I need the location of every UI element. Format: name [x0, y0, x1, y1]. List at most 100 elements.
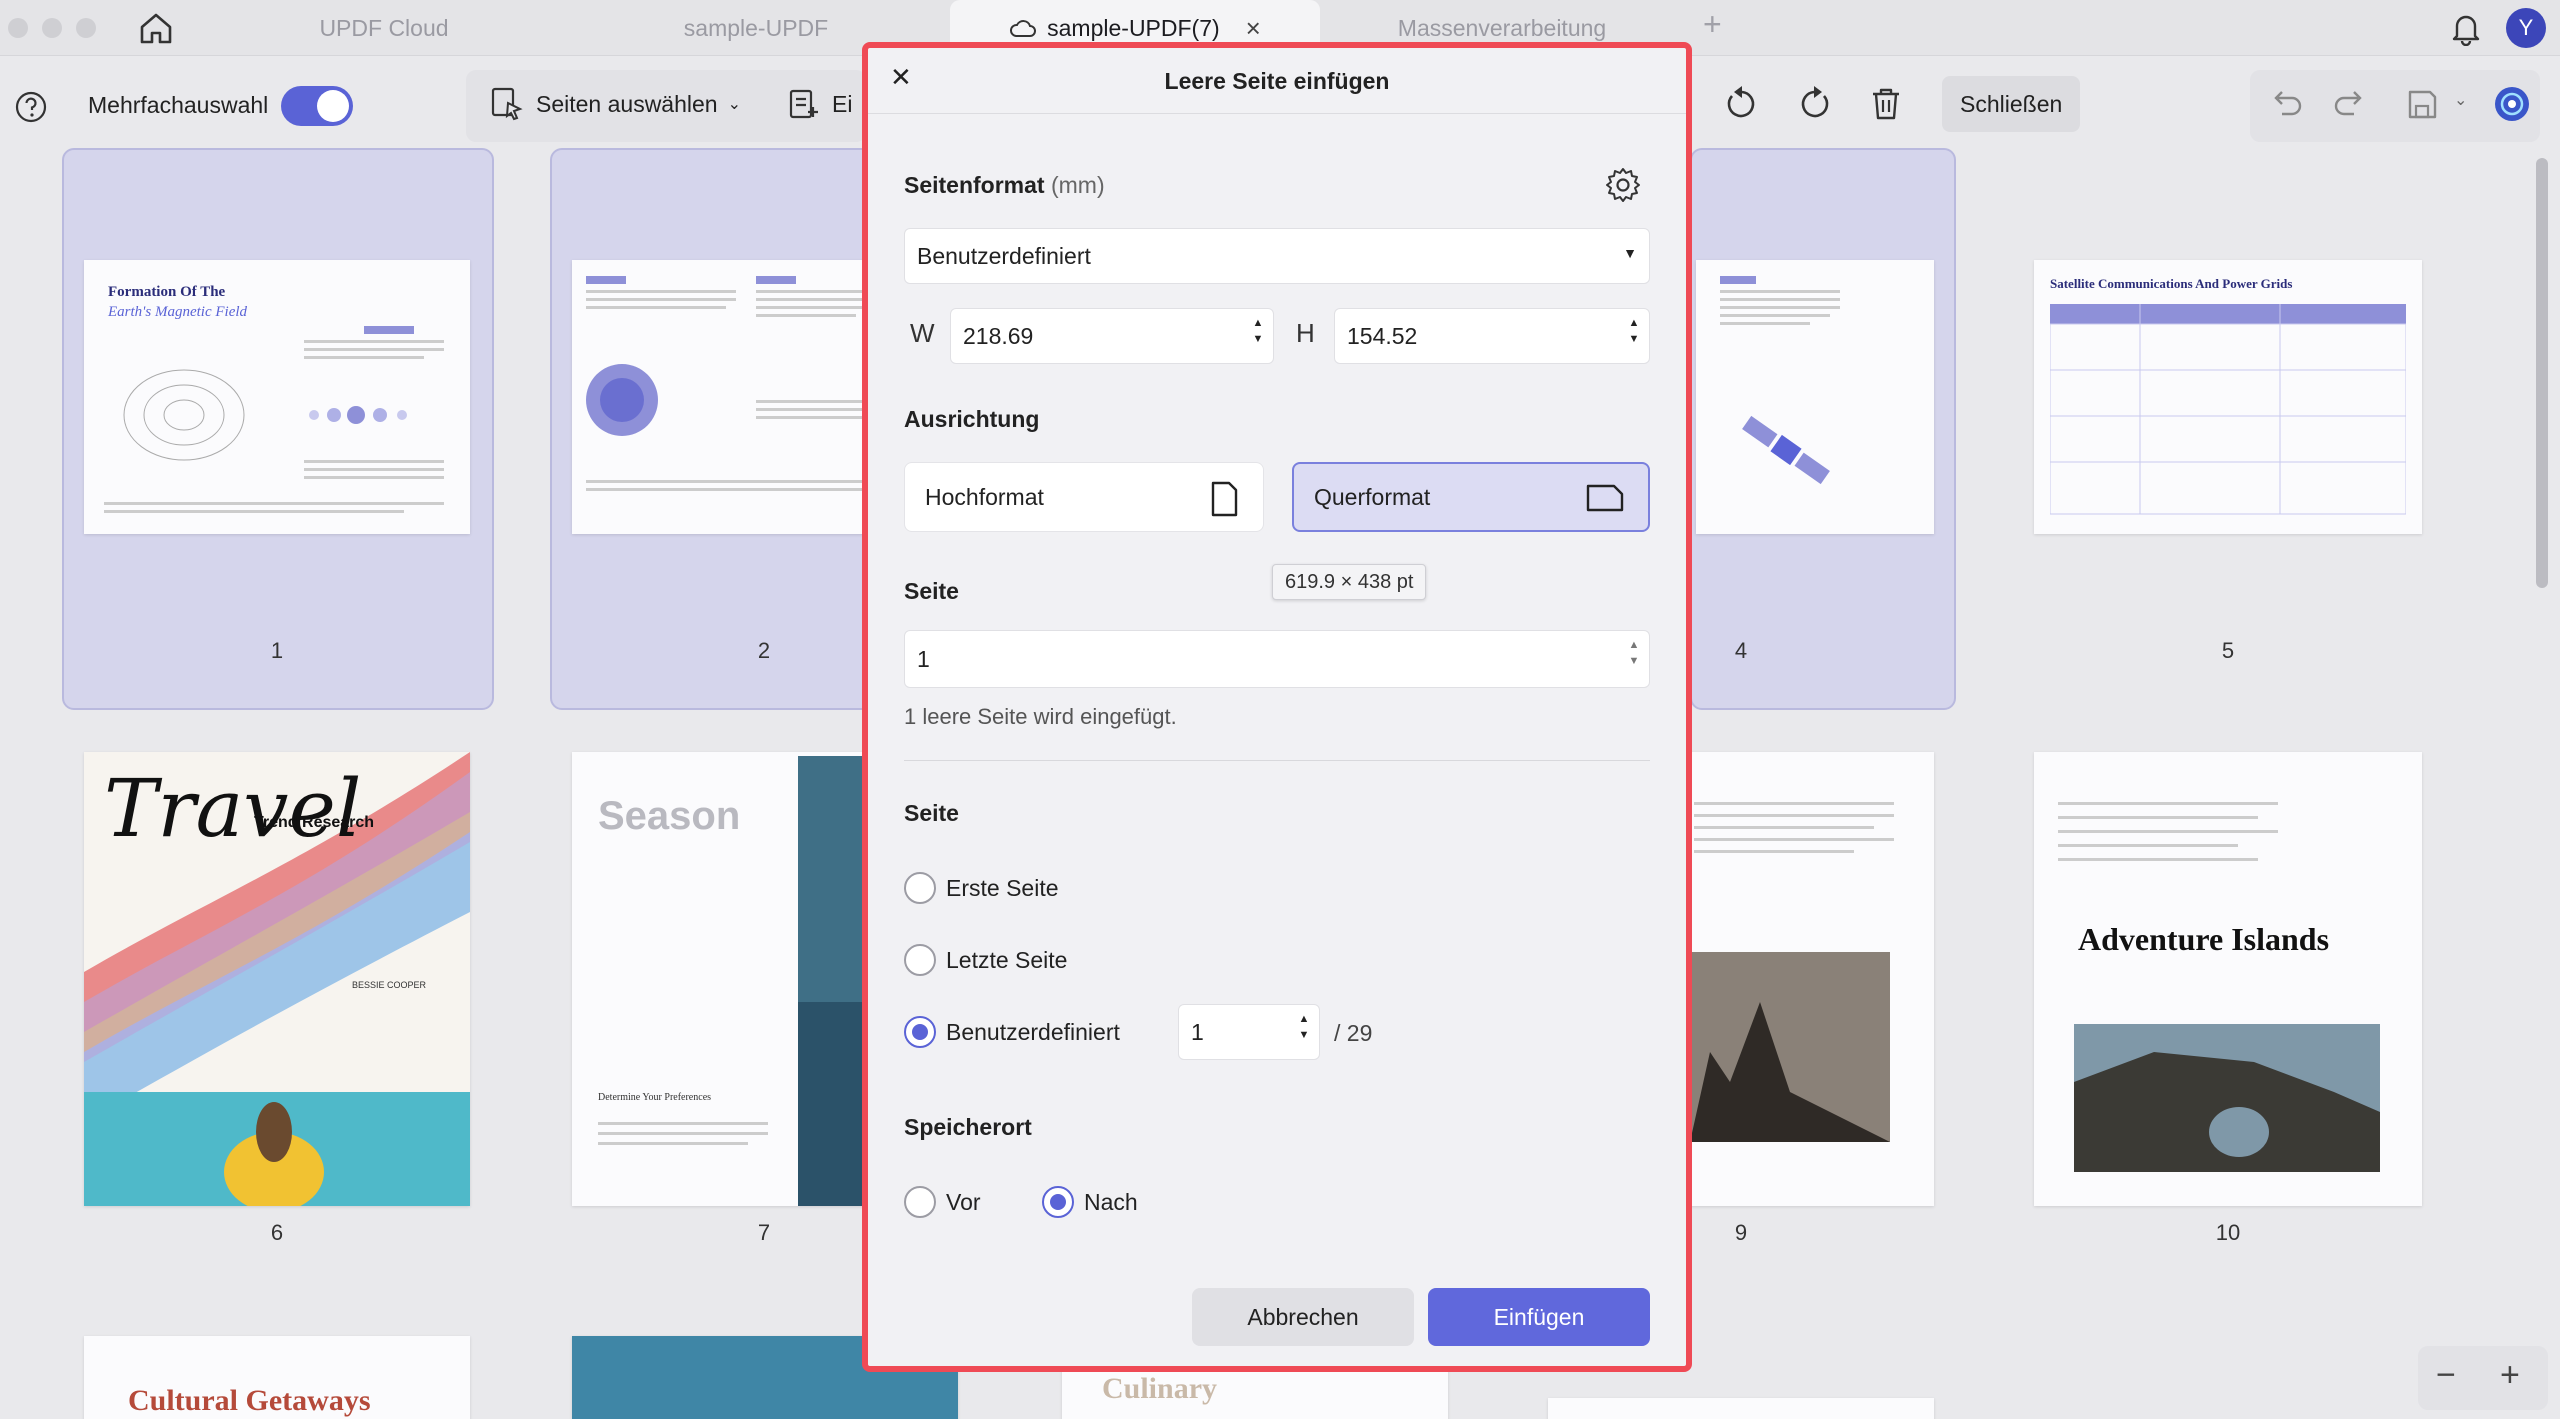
add-tab-icon[interactable]: +: [1703, 6, 1722, 43]
page5-table: [2050, 304, 2406, 515]
select-pages-icon: [491, 87, 523, 121]
page-thumbnail-1[interactable]: Formation Of The Earth's Magnetic Field: [84, 260, 470, 534]
dialog-title: Leere Seite einfügen: [1164, 68, 1390, 94]
landscape-page-icon: [1586, 484, 1624, 512]
page-thumbnail-11[interactable]: Cultural Getaways: [84, 1336, 470, 1419]
last-page-label: Letzte Seite: [946, 946, 1068, 973]
last-page-option[interactable]: Letzte Seite: [904, 944, 1067, 976]
page10-title: Adventure Islands: [2078, 921, 2330, 957]
page-thumbnail-2[interactable]: [572, 260, 872, 534]
page4-illustration: [1720, 276, 1840, 485]
tab-label: Massenverarbeitung: [1397, 14, 1607, 41]
save-menu-chevron-icon[interactable]: ⌄: [2454, 90, 2467, 110]
page-count-value: 1: [917, 645, 930, 672]
page-count-label: Seite: [904, 578, 959, 604]
custom-page-radio[interactable]: [904, 1016, 936, 1048]
rotate-right-icon[interactable]: [1794, 84, 1834, 124]
page-thumbnail-14[interactable]: [1548, 1398, 1934, 1419]
window-close-dot[interactable]: [8, 18, 28, 38]
custom-page-option[interactable]: Benutzerdefiniert: [904, 1016, 1120, 1048]
ai-assistant-icon[interactable]: [2492, 84, 2532, 124]
insert-blank-page-dialog: ✕ Leere Seite einfügen Seitenformat (mm)…: [862, 42, 1692, 1372]
select-arrow-icon: ▼: [1623, 245, 1637, 261]
page7-title: Season: [598, 794, 741, 838]
page-thumbnail-5[interactable]: Satellite Communications And Power Grids: [2034, 260, 2422, 534]
width-input[interactable]: 218.69 ▲ ▼: [950, 308, 1274, 364]
page-format-value: Benutzerdefiniert: [917, 242, 1091, 269]
save-icon[interactable]: [2402, 84, 2442, 124]
landscape-option[interactable]: Querformat: [1292, 462, 1650, 532]
custom-page-input[interactable]: 1 ▲ ▼: [1178, 1004, 1320, 1060]
after-radio[interactable]: [1042, 1186, 1074, 1218]
redo-icon[interactable]: [2330, 84, 2370, 124]
after-option[interactable]: Nach: [1042, 1186, 1138, 1218]
first-page-radio[interactable]: [904, 872, 936, 904]
rotate-left-icon[interactable]: [1722, 84, 1762, 124]
page-number: 7: [757, 1220, 771, 1245]
tab-label: UPDF Cloud: [319, 14, 449, 41]
page1-subtitle: Earth's Magnetic Field: [108, 304, 248, 320]
insert-button[interactable]: Ei: [786, 82, 852, 126]
custom-page-label: Benutzerdefiniert: [946, 1018, 1120, 1045]
multi-select-toggle[interactable]: [281, 86, 353, 126]
height-input[interactable]: 154.52 ▲ ▼: [1334, 308, 1650, 364]
page-number: 10: [2215, 1220, 2241, 1245]
help-icon[interactable]: [14, 90, 48, 124]
page13-title: Culinary: [1102, 1372, 1218, 1405]
before-radio[interactable]: [904, 1186, 936, 1218]
close-page-mode-button[interactable]: Schließen: [1942, 76, 2081, 132]
page2-illustration: [586, 276, 866, 491]
page-count-input[interactable]: 1 ▲ ▼: [904, 630, 1650, 688]
avatar[interactable]: Y: [2506, 8, 2546, 48]
vertical-scrollbar[interactable]: [2536, 158, 2548, 588]
window-zoom-dot[interactable]: [76, 18, 96, 38]
zoom-in-icon[interactable]: +: [2500, 1356, 2520, 1395]
chevron-down-icon: ⌄: [727, 96, 741, 113]
first-page-option[interactable]: Erste Seite: [904, 872, 1059, 904]
page6-script: Travel: [104, 762, 362, 855]
undo-icon[interactable]: [2266, 84, 2306, 124]
page-thumbnail-9[interactable]: [1690, 752, 1934, 1206]
last-page-radio[interactable]: [904, 944, 936, 976]
insert-hint: 1 leere Seite wird eingefügt.: [904, 704, 1177, 729]
select-pages-button[interactable]: Seiten auswählen ⌄: [488, 82, 741, 126]
page6-author: BESSIE COOPER: [352, 980, 427, 990]
page9-illustration: [1690, 802, 1894, 1142]
page-thumbnail-6[interactable]: Travel Trend Research BESSIE COOPER: [84, 752, 470, 1206]
cancel-button[interactable]: Abbrechen: [1192, 1288, 1414, 1346]
page-thumbnail-4[interactable]: [1696, 260, 1934, 534]
avatar-letter: Y: [2518, 15, 2534, 40]
trash-icon[interactable]: [1866, 84, 1906, 124]
portrait-label: Hochformat: [925, 483, 1044, 510]
portrait-page-icon: [1211, 481, 1238, 517]
page-number: 2: [757, 638, 771, 663]
zoom-out-icon[interactable]: −: [2436, 1356, 2456, 1395]
page-format-label: Seitenformat (mm): [904, 172, 1105, 199]
page11-title: Cultural Getaways: [128, 1384, 371, 1417]
page-number: 9: [1734, 1220, 1748, 1245]
width-stepper-icon[interactable]: ▲ ▼: [1251, 315, 1265, 347]
page-count-stepper-icon[interactable]: ▲ ▼: [1627, 637, 1641, 669]
page-number: 4: [1734, 638, 1748, 663]
page10-illustration: [2058, 802, 2380, 1172]
gear-icon[interactable]: [1604, 166, 1642, 204]
home-icon[interactable]: [136, 8, 176, 48]
width-value: 218.69: [963, 322, 1034, 349]
bell-icon[interactable]: [2448, 10, 2484, 46]
portrait-option[interactable]: Hochformat: [904, 462, 1264, 532]
window-minimize-dot[interactable]: [42, 18, 62, 38]
total-pages: / 29: [1334, 1020, 1373, 1046]
tab-updf-cloud[interactable]: UPDF Cloud: [204, 0, 564, 56]
multi-select-label: Mehrfachauswahl: [88, 92, 269, 118]
page-format-select[interactable]: Benutzerdefiniert ▼: [904, 228, 1650, 284]
before-option[interactable]: Vor: [904, 1186, 981, 1218]
page6-label: Trend Research: [254, 814, 375, 831]
insert-confirm-button[interactable]: Einfügen: [1428, 1288, 1650, 1346]
tab-close-icon[interactable]: ×: [1246, 13, 1261, 44]
custom-page-stepper-icon[interactable]: ▲ ▼: [1297, 1011, 1311, 1043]
page-thumbnail-7[interactable]: Season Determine Your Preferences: [572, 752, 872, 1206]
height-stepper-icon[interactable]: ▲ ▼: [1627, 315, 1641, 347]
tab-label: sample-UPDF: [683, 14, 829, 41]
height-label: H: [1296, 318, 1315, 348]
page-thumbnail-10[interactable]: Adventure Islands: [2034, 752, 2422, 1206]
